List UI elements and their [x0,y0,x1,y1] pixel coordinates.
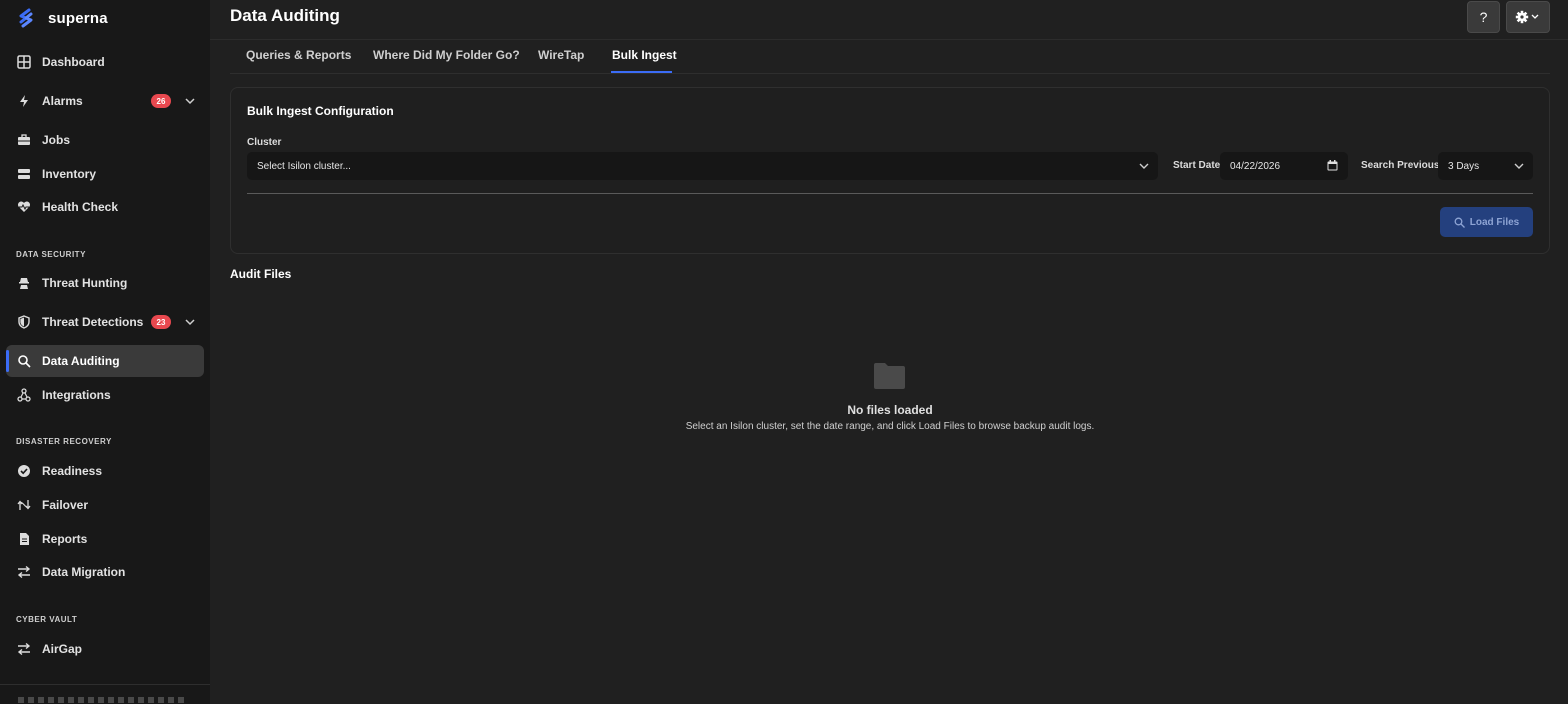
spy-icon [17,276,31,290]
gear-icon [1515,10,1539,24]
sidebar-item-label: Threat Detections [42,315,144,329]
search-icon [1454,217,1465,228]
settings-button[interactable] [1506,1,1550,33]
sidebar-item-label: Dashboard [42,55,105,69]
tab-queries-reports[interactable]: Queries & Reports [246,48,351,62]
file-icon [17,532,31,546]
sidebar-item-alarms[interactable]: Alarms 26 [6,85,204,117]
brand[interactable]: superna [16,7,108,29]
sidebar-item-label: Jobs [42,133,71,147]
page-title: Data Auditing [230,6,340,25]
sidebar-item-data-migration[interactable]: Data Migration [6,556,204,588]
sidebar: superna Dashboard Alarms 26 Jobs Invento… [0,0,210,704]
start-date-input[interactable]: 04/22/2026 [1220,152,1348,180]
sidebar-item-threat-hunting[interactable]: Threat Hunting [6,267,204,299]
check-circle-icon [17,464,31,478]
sidebar-item-label: Failover [42,498,89,512]
sidebar-item-label: AirGap [42,642,83,656]
help-button[interactable]: ? [1467,1,1500,33]
sidebar-item-label: Integrations [42,388,111,402]
load-files-label: Load Files [1469,216,1520,228]
sidebar-footer-truncated[interactable] [18,697,188,703]
chevron-down-icon[interactable] [184,316,196,328]
tabs-divider [230,73,1550,74]
sidebar-item-dashboard[interactable]: Dashboard [6,46,204,78]
section-label-data-security: DATA SECURITY [16,250,86,259]
start-date-label: Start Date [1173,160,1221,171]
config-card-title: Bulk Ingest Configuration [247,104,394,118]
sidebar-item-readiness[interactable]: Readiness [6,455,204,487]
chevron-down-icon [1514,163,1524,169]
bolt-icon [17,94,31,108]
network-icon [17,388,31,402]
calendar-icon[interactable] [1327,160,1338,171]
load-files-button[interactable]: Load Files [1440,207,1533,237]
cluster-label: Cluster [247,137,282,148]
sidebar-item-airgap[interactable]: AirGap [6,633,204,665]
chevron-down-icon [1139,163,1149,169]
sidebar-item-health-check[interactable]: Health Check [6,191,204,223]
server-icon [17,167,31,181]
search-previous-label: Search Previous [1361,160,1440,171]
threat-detections-count-badge: 23 [151,315,171,329]
sidebar-item-label: Inventory [42,167,97,181]
sidebar-item-label: Readiness [42,464,103,478]
config-divider [247,193,1533,194]
sidebar-footer [0,684,210,704]
shield-icon [17,315,31,329]
sidebar-item-threat-detections[interactable]: Threat Detections 23 [6,306,204,338]
tab-where-did-my-folder-go[interactable]: Where Did My Folder Go? [373,48,520,62]
sidebar-item-label: Alarms [42,94,83,108]
search-previous-value: 3 Days [1448,160,1480,172]
sidebar-item-data-auditing[interactable]: Data Auditing [6,345,204,377]
grid-icon [17,55,31,69]
sidebar-item-inventory[interactable]: Inventory [6,158,204,190]
sidebar-item-label: Health Check [42,200,119,214]
superna-logo-icon [19,8,33,28]
cluster-select-value: Select Isilon cluster... [257,160,351,172]
heartbeat-icon [17,200,31,214]
empty-state-message: Select an Isilon cluster, set the date r… [685,421,1095,432]
folder-icon [874,363,905,389]
tab-bulk-ingest[interactable]: Bulk Ingest [612,48,677,62]
section-label-cyber-vault: CYBER VAULT [16,615,78,624]
search-icon [17,354,31,368]
briefcase-icon [17,133,31,147]
sidebar-item-failover[interactable]: Failover [6,489,204,521]
header-divider [210,39,1568,40]
sidebar-item-jobs[interactable]: Jobs [6,124,204,156]
sidebar-item-label: Reports [42,532,88,546]
swap-icon [17,565,31,579]
section-label-disaster-recovery: DISASTER RECOVERY [16,437,112,446]
swap-icon [17,642,31,656]
start-date-value: 04/22/2026 [1230,160,1281,172]
search-previous-select[interactable]: 3 Days [1438,152,1533,180]
tab-wiretap[interactable]: WireTap [538,48,584,62]
brand-name: superna [48,9,108,27]
alarms-count-badge: 26 [151,94,171,108]
sidebar-item-label: Threat Hunting [42,276,128,290]
sidebar-item-label: Data Migration [42,565,126,579]
chevron-down-icon[interactable] [184,95,196,107]
audit-files-title: Audit Files [230,267,292,281]
sidebar-item-reports[interactable]: Reports [6,523,204,555]
cluster-select[interactable]: Select Isilon cluster... [247,152,1158,180]
empty-state-title: No files loaded [847,403,933,417]
sidebar-item-label: Data Auditing [42,354,120,368]
failover-icon [17,498,31,512]
